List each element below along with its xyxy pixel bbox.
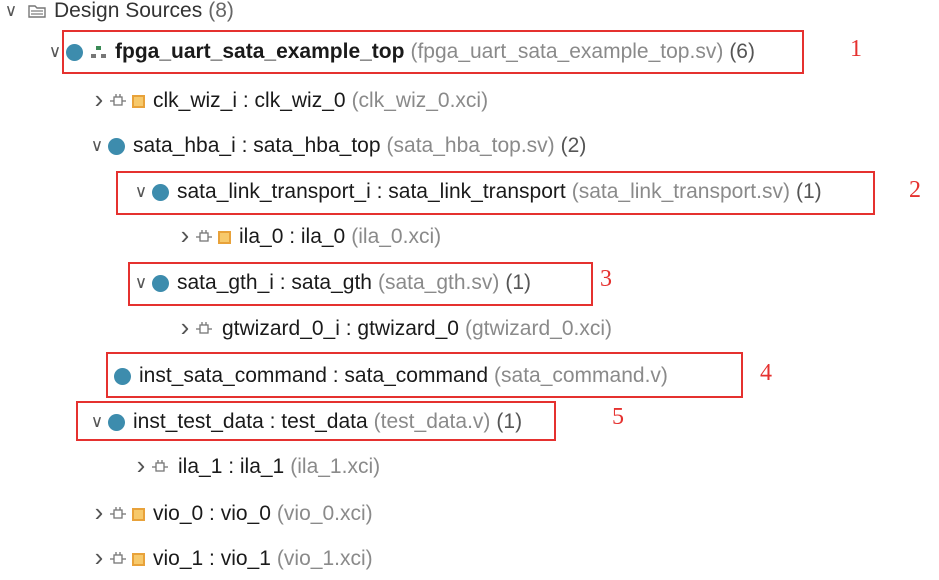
chevron-right-icon[interactable]: [88, 503, 110, 526]
tree-node-vio-0[interactable]: vio_0 : vio_0 (vio_0.xci): [88, 499, 373, 529]
node-name: vio_1 : vio_1: [153, 547, 271, 570]
chevron-down-icon[interactable]: [0, 1, 22, 21]
node-file: (vio_0.xci): [276, 502, 373, 525]
tree-node-gtwizard[interactable]: gtwizard_0_i : gtwizard_0 (gtwizard_0.xc…: [174, 314, 612, 344]
node-file: (ila_0.xci): [351, 225, 442, 248]
annotation-number-3: 3: [600, 266, 612, 292]
node-name: clk_wiz_i : clk_wiz_0: [153, 89, 346, 112]
tree-root-design-sources[interactable]: Design Sources (8): [0, 0, 234, 26]
tree-node-vio-1[interactable]: vio_1 : vio_1 (vio_1.xci): [88, 544, 373, 574]
highlight-box-5: [76, 401, 556, 441]
chevron-right-icon[interactable]: [88, 548, 110, 571]
node-name: ila_0 : ila_0: [239, 225, 346, 248]
node-name: ila_1 : ila_1: [178, 455, 285, 478]
chevron-right-icon[interactable]: [174, 226, 196, 249]
node-file: (gtwizard_0.xci): [464, 317, 613, 340]
tree-root-count: (8): [208, 0, 234, 22]
node-file: (clk_wiz_0.xci): [351, 89, 489, 112]
ip-core-icon: [110, 94, 126, 106]
ip-core-icon: [152, 460, 168, 472]
folder-icon: [28, 4, 46, 18]
highlight-box-3: [128, 262, 593, 306]
annotation-number-1: 1: [850, 36, 862, 62]
node-file: (sata_hba_top.sv): [386, 134, 555, 157]
highlight-box-4: [106, 352, 743, 398]
tree-node-sata-hba[interactable]: sata_hba_i : sata_hba_top (sata_hba_top.…: [86, 131, 586, 161]
chevron-right-icon[interactable]: [174, 318, 196, 341]
node-name: vio_0 : vio_0: [153, 502, 271, 525]
ip-core-icon: [110, 552, 126, 564]
ip-square-icon: [218, 230, 231, 244]
node-file: (ila_1.xci): [290, 455, 381, 478]
chevron-down-icon[interactable]: [86, 136, 108, 156]
highlight-box-1: [62, 30, 804, 74]
annotation-number-4: 4: [760, 360, 772, 386]
ip-square-icon: [132, 552, 145, 566]
ip-core-icon: [196, 230, 212, 242]
module-dot-icon: [108, 137, 125, 155]
node-name: sata_hba_i : sata_hba_top: [133, 134, 381, 157]
chevron-right-icon[interactable]: [88, 90, 110, 113]
tree-root-label: Design Sources: [54, 0, 203, 22]
annotation-number-5: 5: [612, 404, 624, 430]
annotation-number-2: 2: [909, 177, 921, 203]
node-count: (2): [560, 134, 587, 157]
tree-node-clk-wiz[interactable]: clk_wiz_i : clk_wiz_0 (clk_wiz_0.xci): [88, 86, 488, 116]
tree-node-ila-1[interactable]: ila_1 : ila_1 (ila_1.xci): [130, 452, 380, 482]
chevron-right-icon[interactable]: [130, 456, 152, 479]
tree-node-ila-0[interactable]: ila_0 : ila_0 (ila_0.xci): [174, 222, 441, 252]
highlight-box-2: [116, 171, 875, 215]
ip-square-icon: [132, 507, 145, 521]
ip-square-icon: [132, 94, 145, 108]
ip-core-icon: [110, 507, 126, 519]
node-file: (vio_1.xci): [276, 547, 373, 570]
node-name: gtwizard_0_i : gtwizard_0: [222, 317, 459, 340]
ip-core-icon: [196, 322, 212, 334]
